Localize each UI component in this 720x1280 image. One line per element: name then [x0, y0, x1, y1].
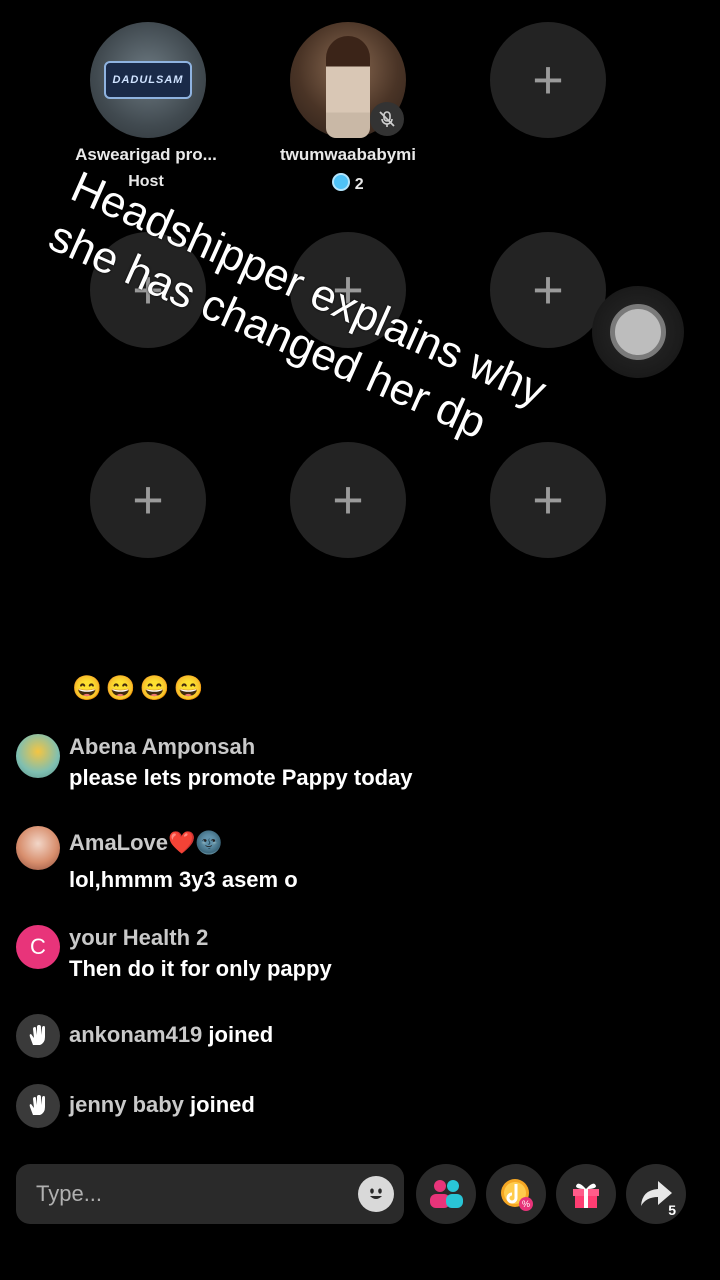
guest-avatar[interactable]: [290, 22, 406, 138]
user-avatar[interactable]: C: [16, 925, 60, 969]
chat-username[interactable]: AmaLove❤️🌚: [69, 830, 223, 856]
chat-username[interactable]: Abena Amponsah: [69, 734, 255, 760]
host-logo: DADULSAM: [104, 61, 192, 99]
empty-seat-8[interactable]: +: [290, 442, 406, 558]
floating-button-dot: [610, 304, 666, 360]
host-name: Aswearigad pro...: [75, 145, 217, 164]
tiktok-coin-icon: %: [501, 1179, 533, 1211]
guest-name: twumwaababymi: [279, 145, 417, 164]
gift-icon: [573, 1183, 599, 1208]
plus-icon: +: [532, 50, 564, 110]
empty-seat-3[interactable]: +: [490, 22, 606, 138]
guests-button[interactable]: [416, 1164, 476, 1224]
chat-username[interactable]: your Health 2: [69, 925, 208, 951]
wave-hand-icon: [16, 1084, 60, 1128]
chat-text: please lets promote Pappy today: [69, 765, 413, 790]
floating-touch-button[interactable]: [592, 286, 684, 378]
wave-hand-icon: [16, 1014, 60, 1058]
emoji-icon[interactable]: [358, 1176, 394, 1212]
chat-emoji-message: 😄😄😄😄: [72, 675, 208, 702]
gift-button[interactable]: [556, 1164, 616, 1224]
people-icon: [430, 1180, 463, 1208]
share-button[interactable]: 5: [626, 1164, 686, 1224]
share-count: 5: [668, 1202, 676, 1218]
comment-box[interactable]: [16, 1164, 404, 1224]
join-suffix: joined: [208, 1022, 274, 1047]
host-avatar[interactable]: DADULSAM: [90, 22, 206, 138]
user-avatar[interactable]: [16, 826, 60, 870]
diamond-icon: [332, 173, 351, 191]
join-username[interactable]: ankonam419: [69, 1022, 202, 1047]
empty-seat-6[interactable]: +: [490, 232, 606, 348]
plus-icon: +: [532, 260, 564, 320]
mic-muted-icon: [370, 102, 404, 136]
svg-text:%: %: [522, 1199, 530, 1209]
guest-badge-count: 2: [354, 176, 364, 193]
plus-icon: +: [132, 470, 164, 530]
join-suffix: joined: [190, 1092, 255, 1117]
comment-input[interactable]: [34, 1180, 338, 1208]
guest-badge: 2: [248, 173, 448, 194]
chat-text: lol,hmmm 3y3 asem o: [69, 867, 298, 892]
plus-icon: +: [332, 470, 364, 530]
tiktok-promo-button[interactable]: %: [486, 1164, 546, 1224]
chat-text: Then do it for only pappy: [69, 956, 332, 981]
user-avatar[interactable]: [16, 734, 60, 778]
join-username[interactable]: jenny baby: [69, 1092, 184, 1117]
empty-seat-7[interactable]: +: [90, 442, 206, 558]
guest-photo: [326, 36, 370, 138]
